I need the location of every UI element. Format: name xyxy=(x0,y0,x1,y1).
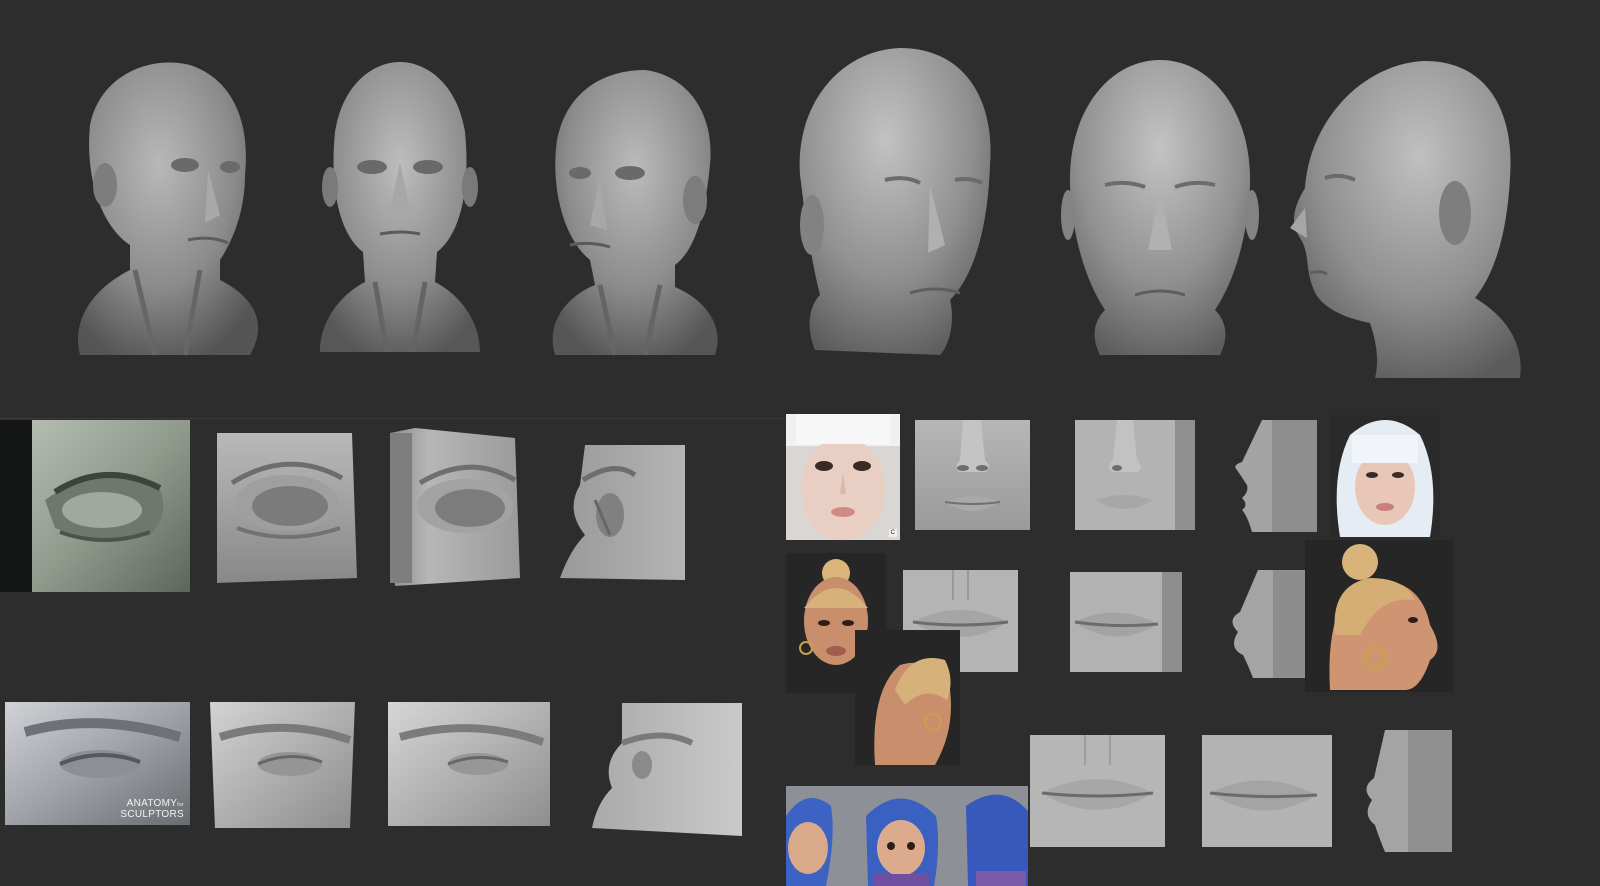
character-face-icon xyxy=(786,414,900,540)
logo-badge: C xyxy=(888,529,897,537)
lips-study-icon xyxy=(1070,572,1182,672)
eye-study-icon xyxy=(390,428,520,586)
eye-block-three-quarter xyxy=(385,428,525,588)
eye-sculpture-photo xyxy=(0,420,190,592)
eye-block-front xyxy=(212,428,362,586)
eye-study-icon xyxy=(560,445,685,580)
sculpted-head-icon xyxy=(552,70,718,356)
eye-study-icon xyxy=(0,420,190,592)
character-face-photo-front: C xyxy=(786,414,900,540)
smooth-head-front xyxy=(1060,55,1260,365)
eye-study-icon xyxy=(592,703,742,836)
eye-closeup-photo: ANATOMYfor SCULPTORS xyxy=(5,702,190,825)
character-face-icon xyxy=(786,786,1028,886)
nose-study-icon xyxy=(1075,420,1195,530)
eye-closeup-render-wide xyxy=(388,702,550,826)
lips-study-icon xyxy=(1232,570,1318,678)
reference-board: ANATOMYfor SCULPTORS C xyxy=(0,0,1600,886)
character-bun-side xyxy=(855,630,960,765)
lips-block-three-quarter xyxy=(1070,572,1182,672)
character-bun-profile xyxy=(1305,540,1453,692)
lips-study-icon xyxy=(1202,735,1332,847)
character-face-icon xyxy=(1305,540,1453,692)
watermark: ANATOMYfor SCULPTORS xyxy=(120,798,184,820)
smooth-head-profile xyxy=(1285,58,1525,383)
nose-study-icon xyxy=(1235,420,1317,532)
smooth-head-three-quarter xyxy=(790,45,1005,365)
character-face-icon xyxy=(1330,415,1440,537)
lips-study-icon xyxy=(1366,730,1452,852)
sculpted-head-icon xyxy=(799,48,991,355)
anatomy-head-front xyxy=(315,62,485,362)
lips-closeup-three-quarter xyxy=(1202,735,1332,847)
eye-study-icon xyxy=(217,433,357,583)
eye-closeup-render-front xyxy=(210,702,355,828)
anatomy-head-three-quarter-right xyxy=(545,65,725,365)
section-divider xyxy=(0,418,785,419)
nose-lips-block-front xyxy=(915,420,1030,530)
nose-study-icon xyxy=(915,420,1030,530)
sculpted-head-icon xyxy=(1290,61,1521,378)
sculpted-head-icon xyxy=(78,62,259,356)
character-face-photo-white-hair xyxy=(1330,415,1440,537)
eye-study-icon xyxy=(210,702,355,828)
eye-study-icon xyxy=(388,702,550,826)
lips-closeup-front xyxy=(1030,735,1165,847)
nose-lips-block-profile xyxy=(1217,420,1317,532)
lips-study-icon xyxy=(1030,735,1165,847)
anatomy-head-three-quarter-left xyxy=(60,55,260,365)
character-face-icon xyxy=(855,630,960,765)
eye-block-profile xyxy=(555,440,690,585)
sculpted-head-icon xyxy=(320,62,480,353)
eye-closeup-render-profile xyxy=(592,703,742,836)
sculpted-head-icon xyxy=(1061,60,1259,355)
lips-closeup-profile xyxy=(1360,730,1452,852)
stylized-character-turnaround xyxy=(786,786,1028,886)
lips-block-profile xyxy=(1218,570,1318,678)
nose-lips-block-three-quarter xyxy=(1075,420,1195,530)
